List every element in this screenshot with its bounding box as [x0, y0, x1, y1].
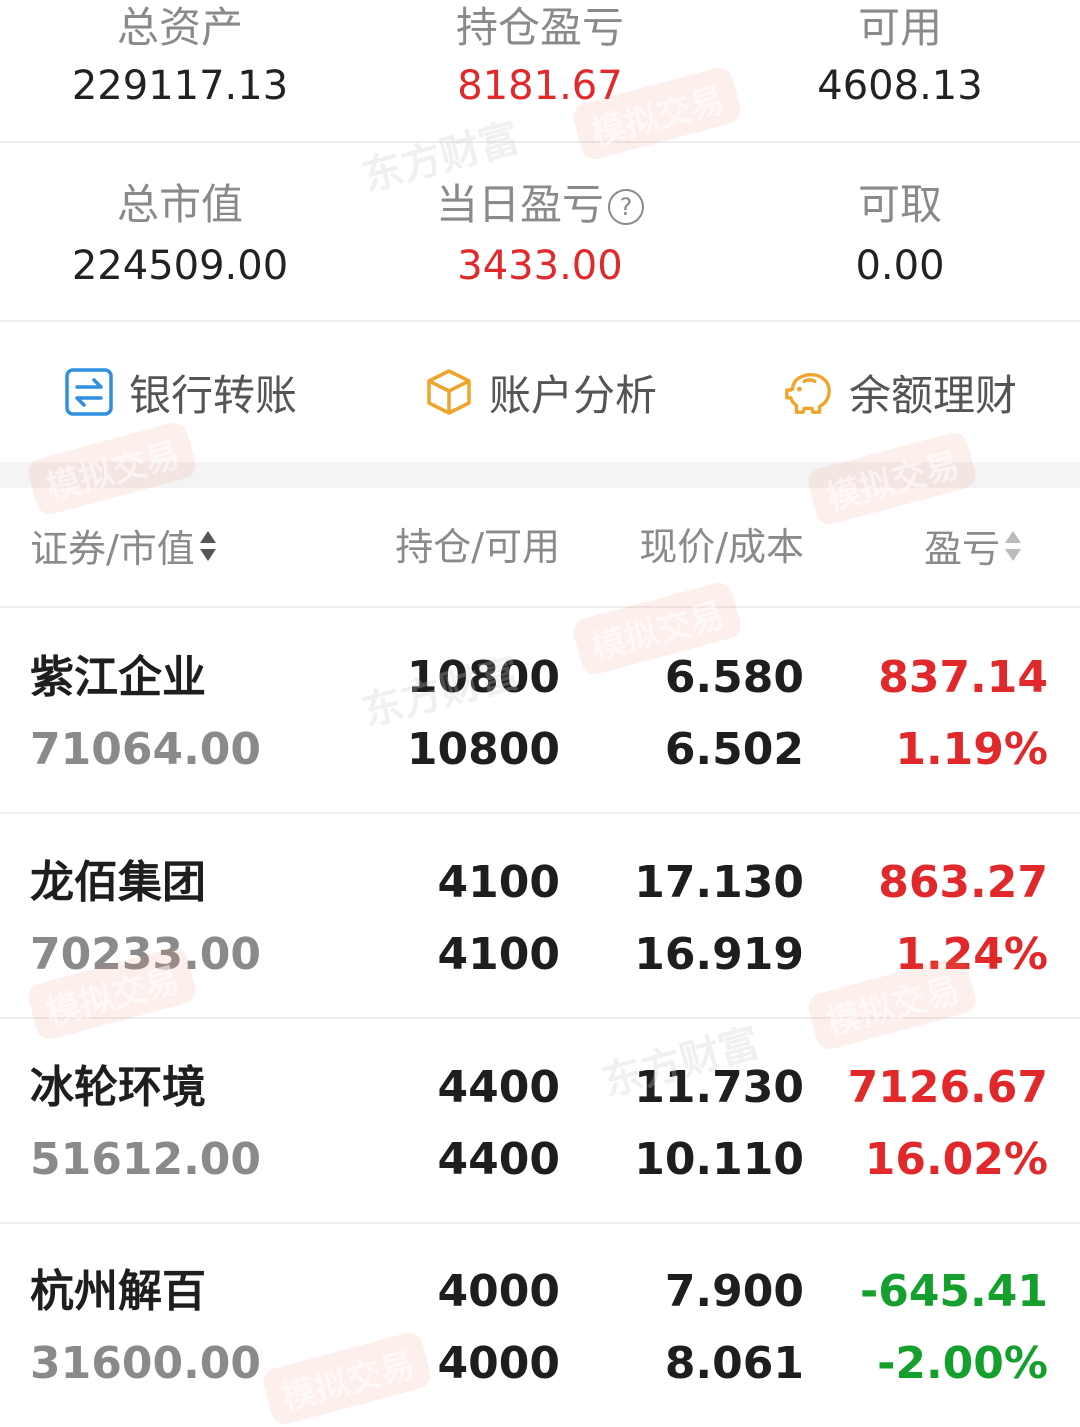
position-pl-label: 持仓盈亏 — [455, 3, 624, 52]
cube-analysis-icon — [423, 366, 475, 418]
daily-pl-value: 3433.00 — [457, 243, 623, 289]
profit-loss-pct: 1.19% — [895, 724, 1048, 775]
daily-pl-header: 当日盈亏? — [360, 184, 720, 226]
profit-loss: 7126.67 — [847, 1062, 1048, 1113]
withdrawable-funds: 可取 0.00 — [720, 142, 1080, 320]
col-pl-label: 盈亏 — [923, 527, 1000, 571]
available-qty: 10800 — [406, 724, 560, 775]
holding-qty: 4000 — [437, 1266, 560, 1317]
summary-row-2: 总市值 224509.00 当日盈亏? 3433.00 可取 0.00 — [0, 142, 1080, 320]
total-assets-value: 229117.13 — [71, 63, 289, 109]
current-price: 6.580 — [664, 652, 804, 703]
cost-price: 10.110 — [634, 1134, 804, 1185]
stock-name: 龙佰集团 — [30, 857, 206, 908]
available-qty: 4000 — [437, 1338, 560, 1389]
available-qty: 4100 — [437, 929, 560, 980]
stock-market-value: 31600.00 — [30, 1338, 262, 1389]
account-analysis-button[interactable]: 账户分析 — [360, 322, 720, 462]
piggy-bank-icon — [783, 366, 835, 418]
daily-pl: 当日盈亏? 3433.00 — [360, 142, 720, 320]
stock-name: 杭州解百 — [30, 1266, 206, 1317]
available-label: 可用 — [857, 3, 942, 52]
holding-qty: 10800 — [406, 652, 560, 703]
col-security-label: 证券/市值 — [30, 527, 195, 571]
position-row[interactable]: 龙佰集团 70233.00 4100 4100 17.130 16.919 863.27 1.… — [0, 813, 1080, 1018]
available-value: 4608.13 — [817, 63, 983, 109]
stock-market-value: 51612.00 — [30, 1134, 262, 1185]
stock-name: 紫江企业 — [30, 652, 206, 703]
bank-transfer-icon — [63, 366, 115, 418]
cost-price: 8.061 — [664, 1338, 804, 1389]
col-pl-header[interactable]: 盈亏 — [924, 528, 1022, 568]
cost-price: 6.502 — [664, 724, 804, 775]
balance-wealth-button[interactable]: 余额理财 — [720, 322, 1080, 462]
section-separator — [0, 462, 1080, 488]
profit-loss: 863.27 — [878, 857, 1048, 908]
col-price-header: 现价/成本 — [639, 525, 804, 569]
balance-wealth-label: 余额理财 — [848, 370, 1017, 420]
action-bar: 银行转账 账户分析 余额理财 — [0, 322, 1080, 462]
position-row[interactable]: 杭州解百 31600.00 4000 4000 7.900 8.061 -645.41 -2.… — [0, 1222, 1080, 1427]
withdrawable-value: 0.00 — [855, 243, 945, 289]
profit-loss-pct: 16.02% — [864, 1134, 1048, 1185]
position-pl: 持仓盈亏 8181.67 — [360, 0, 720, 142]
available-qty: 4400 — [437, 1134, 560, 1185]
holding-qty: 4100 — [437, 857, 560, 908]
positions-table-header: 证券/市值 持仓/可用 现价/成本 盈亏 — [0, 488, 1080, 606]
stock-name: 冰轮环境 — [30, 1062, 206, 1113]
summary-row-1: 总资产 229117.13 持仓盈亏 8181.67 可用 4608.13 — [0, 0, 1080, 142]
total-assets: 总资产 229117.13 — [0, 0, 360, 142]
bank-transfer-button[interactable]: 银行转账 — [0, 322, 360, 462]
help-icon[interactable]: ? — [608, 189, 644, 225]
current-price: 11.730 — [634, 1062, 804, 1113]
current-price: 17.130 — [634, 857, 804, 908]
market-value-value: 224509.00 — [71, 243, 289, 289]
withdrawable-label: 可取 — [857, 180, 942, 229]
cost-price: 16.919 — [634, 929, 804, 980]
available-funds: 可用 4608.13 — [720, 0, 1080, 142]
total-assets-label: 总资产 — [116, 3, 243, 52]
profit-loss-pct: 1.24% — [895, 929, 1048, 980]
holding-qty: 4400 — [437, 1062, 560, 1113]
sort-arrows-icon — [1005, 531, 1021, 561]
position-row[interactable]: 紫江企业 71064.00 10800 10800 6.580 6.502 837.14 1.… — [0, 608, 1080, 813]
current-price: 7.900 — [664, 1266, 804, 1317]
market-value: 总市值 224509.00 — [0, 142, 360, 320]
stock-market-value: 70233.00 — [30, 929, 262, 980]
bank-transfer-label: 银行转账 — [128, 370, 297, 420]
profit-loss: -645.41 — [859, 1266, 1048, 1317]
position-row[interactable]: 冰轮环境 51612.00 4400 4400 11.730 10.110 7126.67 1… — [0, 1018, 1080, 1223]
sort-arrows-icon — [199, 531, 216, 561]
position-pl-value: 8181.67 — [457, 63, 623, 109]
profit-loss-pct: -2.00% — [877, 1338, 1048, 1389]
daily-pl-label: 当日盈亏 — [435, 180, 604, 229]
account-analysis-label: 账户分析 — [488, 370, 657, 420]
profit-loss: 837.14 — [878, 652, 1048, 703]
stock-market-value: 71064.00 — [30, 724, 262, 775]
col-position-header: 持仓/可用 — [395, 525, 560, 569]
col-security-header[interactable]: 证券/市值 — [30, 528, 217, 568]
market-value-label: 总市值 — [116, 180, 243, 229]
